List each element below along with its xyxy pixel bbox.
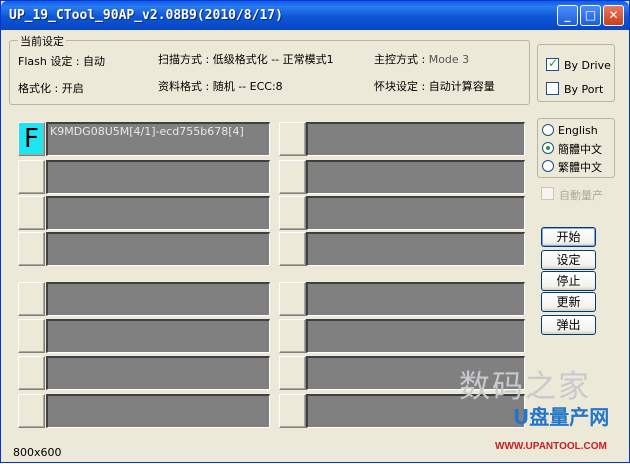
slot-5-progress (46, 282, 270, 316)
slot-9-port-button[interactable] (279, 122, 306, 156)
current-settings-group: 当前设定 Flash 设定 : 自动 扫描方式 : 低级格式化 -- 正常模式1… (9, 33, 530, 105)
auto-mass-production-label: 自動量产 (559, 189, 603, 202)
slot-3-port-button[interactable] (18, 196, 45, 230)
slot-8-progress (46, 394, 270, 428)
format-setting-value: 开启 (61, 82, 84, 95)
scan-mode-label: 扫描方式 : (158, 53, 213, 66)
title-bar[interactable]: UP_19_CTool_90AP_v2.08B9(2010/8/17) _ □ … (1, 1, 629, 30)
by-port-checkbox[interactable] (546, 82, 559, 95)
language-group: English 簡體中文 繁體中文 (537, 118, 615, 178)
traditional-chinese-label: 繁體中文 (558, 161, 602, 174)
close-button[interactable]: ✕ (603, 5, 624, 26)
auto-mass-production-checkbox[interactable] (541, 187, 554, 200)
slot-12-progress (306, 232, 525, 266)
slot-2-progress (46, 160, 270, 194)
data-format-value: 随机 -- ECC:8 (212, 80, 283, 93)
current-settings-legend: 当前设定 (18, 33, 66, 49)
bad-block-value: 自动计算容量 (428, 80, 495, 93)
watermark: 数码之家 U盘量产网 WWW.UPANTOOL.COM (455, 361, 630, 464)
slot-14-port-button[interactable] (279, 319, 306, 353)
maximize-button[interactable]: □ (580, 5, 601, 26)
scan-mode-value: 低级格式化 -- 正常模式1 (212, 53, 334, 66)
slot-6-port-button[interactable] (18, 319, 45, 353)
by-drive-label: By Drive (564, 59, 611, 72)
checkmark-icon: ✓ (548, 56, 559, 70)
slot-4-progress (46, 232, 270, 266)
start-button[interactable]: 开始 (541, 227, 596, 247)
traditional-chinese-radio[interactable] (542, 160, 554, 172)
slot-12-port-button[interactable] (279, 232, 306, 266)
window-title: UP_19_CTool_90AP_v2.08B9(2010/8/17) (9, 8, 283, 23)
by-drive-checkbox[interactable]: ✓ (546, 56, 559, 71)
slot-11-port-button[interactable] (279, 196, 306, 230)
slot-11-progress (306, 196, 525, 230)
slot-14-progress (306, 319, 525, 353)
slot-10-progress (306, 160, 525, 194)
simplified-chinese-label: 簡體中文 (558, 143, 602, 156)
flash-setting-value: 自动 (83, 55, 106, 68)
radio-selected-dot (546, 146, 550, 150)
simplified-chinese-radio[interactable] (542, 142, 554, 154)
data-format: 资料格式 : 随机 -- ECC:8 (158, 78, 283, 94)
slot-8-port-button[interactable] (18, 394, 45, 428)
format-setting: 格式化 : 开启 (18, 80, 84, 96)
scan-mode: 扫描方式 : 低级格式化 -- 正常模式1 (158, 51, 334, 67)
english-radio[interactable] (542, 124, 554, 136)
minimize-button[interactable]: _ (557, 5, 578, 26)
slot-6-progress (46, 319, 270, 353)
flash-setting-label: Flash 设定 : (18, 55, 84, 68)
slot-7-port-button[interactable] (18, 356, 45, 390)
refresh-button[interactable]: 更新 (541, 292, 596, 312)
controller-mode: 主控方式 : Mode 3 (374, 51, 469, 67)
main-window: UP_19_CTool_90AP_v2.08B9(2010/8/17) _ □ … (0, 0, 630, 463)
slot-1-info: K9MDG08U5M[4/1]-ecd755b678[4] (50, 125, 244, 138)
slot-15-port-button[interactable] (279, 356, 306, 390)
slot-13-port-button[interactable] (279, 282, 306, 316)
stop-button[interactable]: 停止 (541, 271, 596, 291)
controller-mode-value: Mode 3 (428, 53, 470, 66)
eject-button[interactable]: 弹出 (541, 315, 596, 335)
by-port-label: By Port (564, 83, 604, 96)
slot-10-port-button[interactable] (279, 160, 306, 194)
bad-block-label: 怀块设定 : (374, 80, 429, 93)
watermark-url: WWW.UPANTOOL.COM (495, 441, 607, 452)
drive-mode-group: ✓ By Drive By Port (537, 44, 615, 102)
slot-13-progress (306, 282, 525, 316)
slot-1-port-button[interactable]: F (18, 122, 45, 156)
slot-4-port-button[interactable] (18, 232, 45, 266)
slot-9-progress (306, 122, 525, 156)
slot-7-progress (46, 356, 270, 390)
slot-5-port-button[interactable] (18, 282, 45, 316)
slot-1-progress: K9MDG08U5M[4/1]-ecd755b678[4] (46, 122, 270, 156)
data-format-label: 资料格式 : (158, 80, 213, 93)
format-setting-label: 格式化 : (18, 82, 62, 95)
slot-3-progress (46, 196, 270, 230)
watermark-logo-text: U盘量产网 (513, 405, 610, 429)
resolution-status: 800x600 (13, 446, 62, 459)
flash-setting: Flash 设定 : 自动 (18, 53, 105, 69)
english-label: English (558, 124, 598, 137)
watermark-site-name: 数码之家 (459, 369, 591, 405)
settings-button[interactable]: 设定 (541, 250, 596, 270)
slot-2-port-button[interactable] (18, 160, 45, 194)
bad-block-setting: 怀块设定 : 自动计算容量 (374, 78, 495, 94)
controller-mode-label: 主控方式 : (374, 53, 429, 66)
slot-16-port-button[interactable] (279, 394, 306, 428)
